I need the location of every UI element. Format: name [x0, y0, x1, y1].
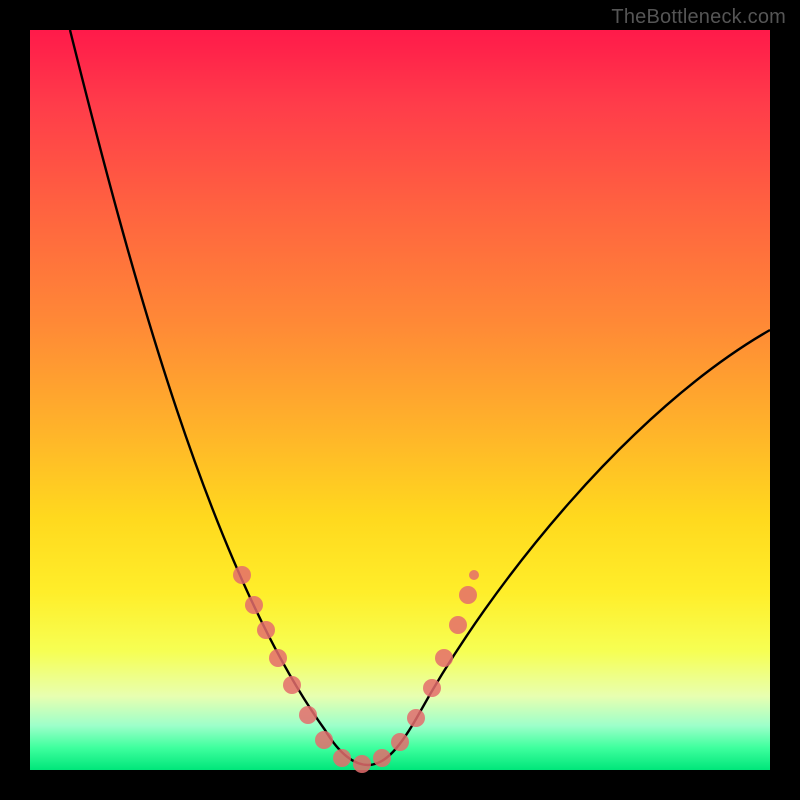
highlighted-marker-group: [233, 566, 479, 773]
marker-point: [353, 755, 371, 773]
marker-point: [407, 709, 425, 727]
marker-point: [315, 731, 333, 749]
marker-point: [283, 676, 301, 694]
marker-point: [423, 679, 441, 697]
marker-point: [435, 649, 453, 667]
marker-point: [233, 566, 251, 584]
marker-point: [391, 733, 409, 751]
marker-point: [269, 649, 287, 667]
watermark-text: TheBottleneck.com: [611, 6, 786, 29]
marker-point: [257, 621, 275, 639]
chart-plot-area: [30, 30, 770, 770]
marker-point: [449, 616, 467, 634]
marker-point: [469, 570, 479, 580]
marker-point: [459, 586, 477, 604]
chart-svg: [30, 30, 770, 770]
marker-point: [299, 706, 317, 724]
marker-point: [333, 749, 351, 767]
marker-point: [245, 596, 263, 614]
bottleneck-curve: [70, 30, 770, 765]
marker-point: [373, 749, 391, 767]
